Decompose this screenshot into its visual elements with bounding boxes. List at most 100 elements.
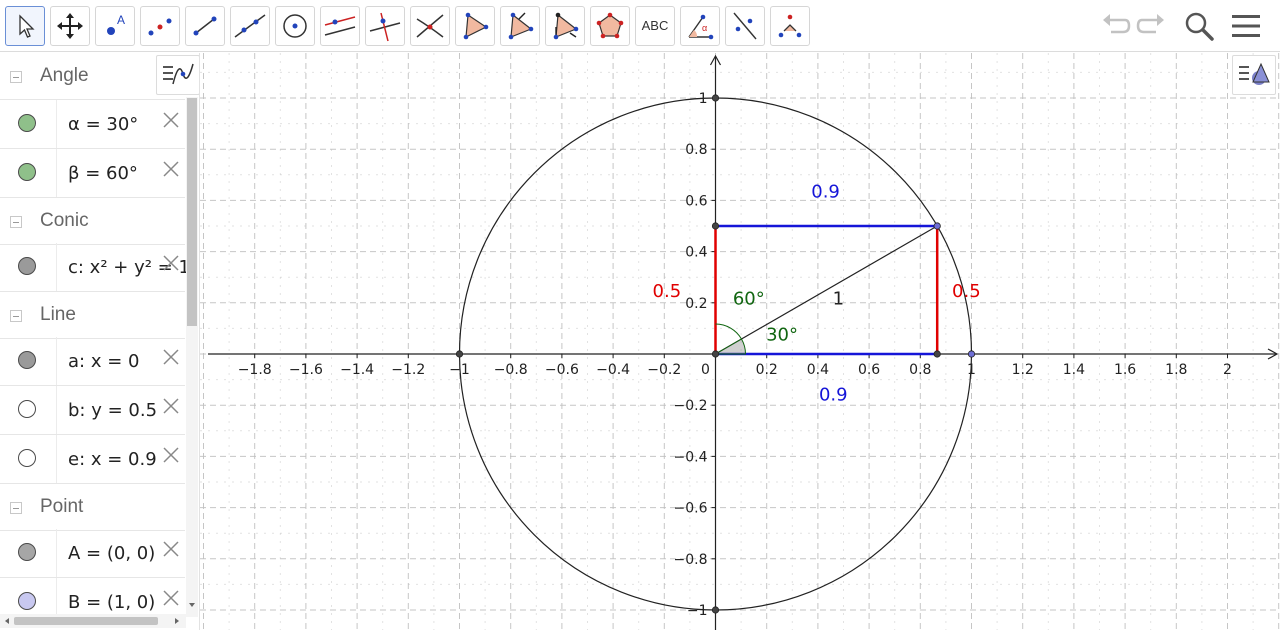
- x-tick-label: −0.8: [494, 362, 528, 378]
- algebra-row-b[interactable]: b: y = 0.5: [0, 386, 185, 435]
- circle-tool-button[interactable]: [275, 6, 315, 46]
- algebra-row-A[interactable]: A = (0, 0): [0, 529, 185, 578]
- visibility-toggle[interactable]: [18, 592, 36, 610]
- segment-icon: [193, 16, 217, 36]
- row-divider: [56, 337, 57, 385]
- row-divider: [56, 100, 57, 148]
- angle-tool-button[interactable]: α: [680, 6, 720, 46]
- move-arrows-icon: [57, 13, 83, 39]
- parallel-line-tool-button[interactable]: [320, 6, 360, 46]
- row-divider: [56, 386, 57, 434]
- visibility-toggle[interactable]: [18, 400, 36, 418]
- point-icon: A: [107, 13, 125, 35]
- x-tick-label: 2: [1223, 362, 1232, 378]
- regular-polygon-tool-button[interactable]: [590, 6, 630, 46]
- x-tick-label: 1.4: [1063, 362, 1085, 378]
- svg-text:A: A: [117, 13, 125, 27]
- close-icon[interactable]: [161, 588, 181, 608]
- close-icon[interactable]: [161, 110, 181, 130]
- polygon-icon: [463, 12, 489, 40]
- text-tool-button[interactable]: ABC: [635, 6, 675, 46]
- search-button[interactable]: [1181, 8, 1217, 44]
- row-divider: [56, 435, 57, 483]
- close-icon[interactable]: [161, 347, 181, 367]
- x-tick-label: 0: [701, 362, 710, 378]
- vector-polygon-tool-button[interactable]: [500, 6, 540, 46]
- style-bar-shapes-icon: [1239, 62, 1270, 85]
- line-tool-button[interactable]: [230, 6, 270, 46]
- cursor-arrow-icon: [19, 14, 35, 38]
- point: [711, 350, 720, 358]
- collapse-toggle[interactable]: [10, 502, 22, 514]
- group-header-line[interactable]: Line: [0, 292, 185, 339]
- reflect-about-line-tool-button[interactable]: [725, 6, 765, 46]
- scroll-right-arrow-icon[interactable]: [172, 616, 182, 626]
- visibility-toggle[interactable]: [18, 543, 36, 561]
- group-label: Point: [40, 496, 84, 517]
- algebra-style-bar-button[interactable]: [156, 55, 199, 95]
- rigid-polygon-tool-button[interactable]: [545, 6, 585, 46]
- undo-icon: [1103, 14, 1131, 34]
- graphics-view[interactable]: −1.8 −1.6 −1.4 −1.2 −1 −0.8 −0.6 −0.4 −0.2 0 0.2 0.…: [200, 53, 1280, 630]
- segment-tool-button[interactable]: [185, 6, 225, 46]
- undo-button[interactable]: [1097, 8, 1133, 44]
- close-icon[interactable]: [161, 396, 181, 416]
- graphics-canvas[interactable]: −1.8 −1.6 −1.4 −1.2 −1 −0.8 −0.6 −0.4 −0.2 0 0.2 0.…: [200, 53, 1280, 630]
- visibility-toggle[interactable]: [18, 351, 36, 369]
- point: [933, 350, 941, 358]
- visibility-toggle[interactable]: [18, 114, 36, 132]
- relation-tool-button[interactable]: [770, 6, 810, 46]
- x-tick-label: −0.4: [596, 362, 630, 378]
- collapse-toggle[interactable]: [10, 310, 22, 322]
- rigid-polygon-icon: [553, 12, 579, 40]
- algebra-row-alpha[interactable]: α = 30°: [0, 100, 185, 149]
- menu-button[interactable]: [1228, 8, 1264, 44]
- visibility-toggle[interactable]: [18, 257, 36, 275]
- algebra-row-a[interactable]: a: x = 0: [0, 337, 185, 386]
- intersect-tool-button[interactable]: [410, 6, 450, 46]
- close-icon[interactable]: [161, 159, 181, 179]
- perpendicular-line-tool-button[interactable]: [365, 6, 405, 46]
- close-icon[interactable]: [161, 253, 181, 273]
- svg-text:α: α: [702, 23, 707, 33]
- point: [967, 350, 976, 358]
- y-tick-label: 0.6: [685, 193, 707, 209]
- angle-alpha-sector: [713, 338, 747, 355]
- redo-button[interactable]: [1134, 8, 1170, 44]
- y-tick-label: −1: [687, 603, 708, 619]
- move-tool-button[interactable]: [5, 6, 45, 46]
- point-tool-button[interactable]: A: [95, 6, 135, 46]
- collapse-toggle[interactable]: [10, 71, 22, 83]
- x-tick-label: 1.6: [1114, 362, 1136, 378]
- close-icon[interactable]: [161, 539, 181, 559]
- y-tick-label: −0.6: [674, 501, 708, 517]
- label-left-height: 0.5: [653, 281, 682, 302]
- search-icon: [1185, 12, 1214, 41]
- label-top-width: 0.9: [811, 181, 840, 202]
- collapse-toggle[interactable]: [10, 216, 22, 228]
- horizontal-scrollbar-thumb[interactable]: [14, 617, 158, 625]
- move-graphics-view-button[interactable]: [50, 6, 90, 46]
- group-header-conic[interactable]: Conic: [0, 198, 185, 245]
- perpendicular-line-icon: [369, 12, 401, 42]
- algebra-row-e[interactable]: e: x = 0.9: [0, 435, 185, 484]
- circle-icon: [283, 14, 307, 38]
- graphics-style-bar-button[interactable]: [1232, 55, 1276, 95]
- scroll-down-arrow-icon[interactable]: [187, 600, 197, 610]
- visibility-toggle[interactable]: [18, 163, 36, 181]
- y-tick-label: 0.2: [685, 296, 707, 312]
- algebra-row-beta[interactable]: β = 60°: [0, 149, 185, 198]
- algebra-row-c[interactable]: c: x² + y² = 1: [0, 243, 186, 292]
- scroll-left-arrow-icon[interactable]: [2, 616, 12, 626]
- vertical-scrollbar-thumb[interactable]: [187, 98, 197, 326]
- text-tool-label: ABC: [641, 18, 669, 33]
- point-on-object-tool-button[interactable]: [140, 6, 180, 46]
- point: [711, 222, 720, 230]
- polygon-tool-button[interactable]: [455, 6, 495, 46]
- row-divider: [56, 149, 57, 197]
- visibility-toggle[interactable]: [18, 449, 36, 467]
- label-bottom-width: 0.9: [819, 385, 848, 406]
- redo-icon: [1136, 14, 1164, 34]
- close-icon[interactable]: [161, 445, 181, 465]
- group-header-point[interactable]: Point: [0, 484, 185, 531]
